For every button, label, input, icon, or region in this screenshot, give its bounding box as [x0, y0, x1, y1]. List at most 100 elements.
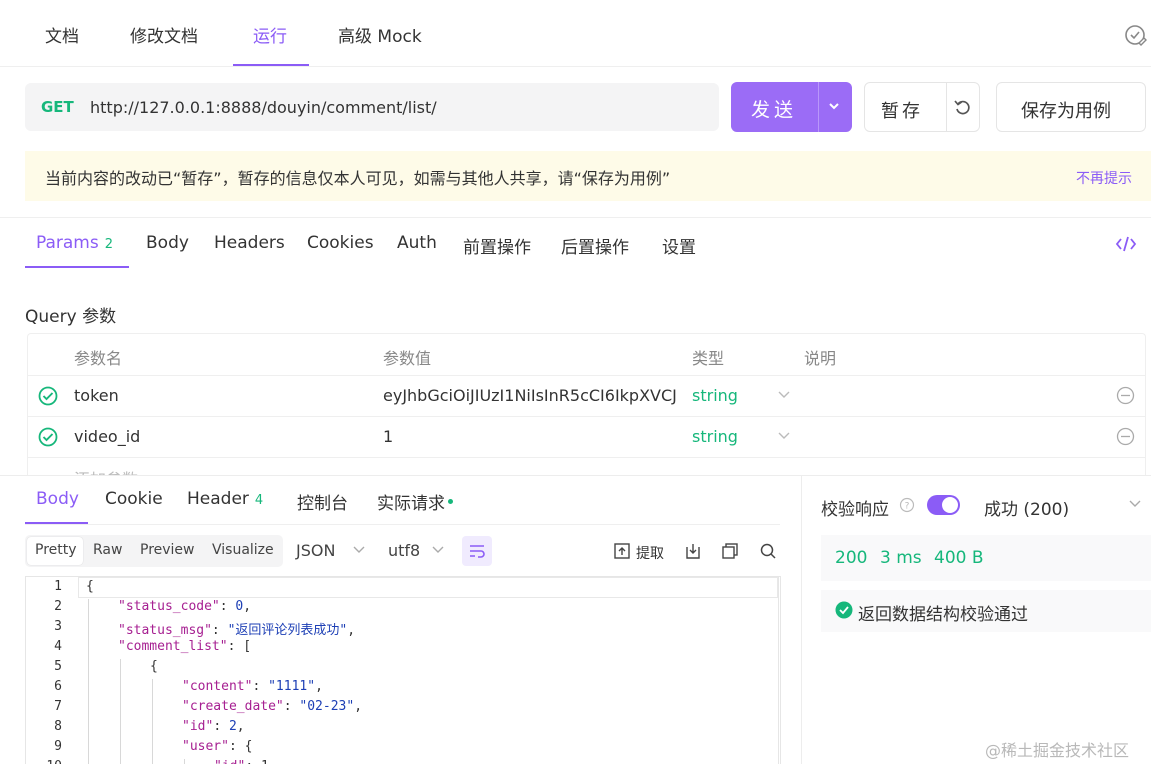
tab-edit-docs[interactable]: 修改文档	[130, 22, 198, 47]
wrap-icon	[470, 545, 485, 558]
format-select[interactable]: JSON	[296, 541, 335, 560]
remove-circle-icon[interactable]	[1116, 386, 1135, 405]
chevron-down-icon[interactable]	[1128, 497, 1142, 511]
copy-icon[interactable]	[721, 542, 739, 560]
param-name[interactable]: video_id	[74, 427, 140, 446]
view-mode-pretty[interactable]: Pretty	[35, 542, 77, 558]
param-value[interactable]: eyJhbGciOiJIUzI1NiIsInR5cCI6IkpXVCJ	[383, 386, 683, 405]
code-line: {	[86, 579, 94, 594]
extract-label[interactable]: 提取	[636, 543, 664, 563]
indent-guide	[120, 679, 121, 699]
line-number: 1	[54, 579, 62, 594]
row-divider	[28, 375, 1145, 376]
tab-advanced-mock[interactable]: 高级 Mock	[338, 22, 422, 47]
temp-save-notice: 当前内容的改动已“暂存”，暂存的信息仅本人可见，如需与其他人共享，请“保存为用例…	[25, 151, 1151, 201]
check-circle-icon[interactable]	[38, 427, 58, 447]
check-circle-icon[interactable]	[38, 386, 58, 406]
tab-pre-processors[interactable]: 前置操作	[463, 233, 531, 258]
tab-run[interactable]: 运行	[253, 22, 287, 47]
code-token: "create_date"	[182, 699, 284, 714]
reset-icon[interactable]	[953, 96, 973, 118]
resp-tab-actual-request[interactable]: 实际请求	[377, 489, 453, 514]
url-input[interactable]: http://127.0.0.1:8888/douyin/comment/lis…	[90, 98, 437, 117]
status-code-stat: 200	[835, 548, 868, 568]
size-stat: 400 B	[934, 548, 984, 568]
tab-auth[interactable]: Auth	[397, 233, 437, 253]
add-param-input[interactable]: 添加参数	[74, 466, 138, 475]
help-icon[interactable]: ?	[899, 497, 915, 513]
chevron-down-icon[interactable]	[827, 96, 841, 118]
resp-tab-actual-label: 实际请求	[377, 494, 445, 514]
indent-guide	[88, 719, 89, 739]
response-body-editor[interactable]: 1 {2 "status_code": 0, 3 "status_msg": "返回评论…	[25, 576, 781, 764]
resp-tab-cookie[interactable]: Cookie	[105, 489, 163, 509]
tab-settings[interactable]: 设置	[662, 233, 696, 258]
view-mode-preview[interactable]: Preview	[140, 542, 195, 558]
chevron-down-icon[interactable]	[431, 543, 445, 557]
tab-cookies[interactable]: Cookies	[307, 233, 374, 253]
response-divider	[0, 475, 1151, 476]
send-button[interactable]: 发送	[731, 82, 852, 132]
code-token: "返回评论列表成功"	[227, 623, 348, 638]
dismiss-notice-link[interactable]: 不再提示	[1076, 168, 1132, 188]
code-line: "comment_list": [	[118, 639, 251, 654]
line-number: 3	[54, 619, 62, 634]
view-mode-raw[interactable]: Raw	[93, 542, 122, 558]
validation-status[interactable]: 成功 (200)	[984, 495, 1069, 520]
code-token: ,	[243, 599, 252, 614]
indent-guide	[152, 739, 153, 759]
resp-tab-header[interactable]: Header 4	[187, 489, 263, 509]
tab-post-processors[interactable]: 后置操作	[561, 233, 629, 258]
encoding-select[interactable]: utf8	[388, 541, 420, 560]
code-line: {	[150, 659, 158, 674]
tab-body[interactable]: Body	[146, 233, 189, 253]
indent-guide	[120, 719, 121, 739]
param-value[interactable]: 1	[383, 427, 393, 446]
edit-check-icon[interactable]	[1124, 24, 1148, 48]
code-token: : 1,	[245, 759, 276, 764]
code-token: : {	[228, 739, 253, 754]
word-wrap-button[interactable]	[462, 536, 492, 566]
tab-params[interactable]: Params 2	[36, 233, 113, 253]
row-divider	[28, 457, 1145, 458]
code-icon[interactable]	[1115, 234, 1137, 254]
chevron-down-icon[interactable]	[777, 430, 791, 442]
resp-tab-body[interactable]: Body	[36, 489, 79, 509]
save-as-case-label: 保存为用例	[1021, 101, 1111, 122]
validate-toggle[interactable]	[927, 495, 960, 515]
indent-guide	[120, 699, 121, 719]
watermark: @稀土掘金技术社区	[985, 741, 1130, 760]
temp-save-label: 暂存	[881, 101, 923, 122]
header-param-desc: 说明	[804, 349, 837, 368]
resp-tab-header-label: Header	[187, 489, 249, 509]
view-mode-visualize[interactable]: Visualize	[212, 542, 274, 558]
line-number: 6	[54, 679, 62, 694]
code-line: "id": 2,	[182, 719, 245, 734]
chevron-down-icon[interactable]	[352, 543, 366, 557]
download-icon[interactable]	[684, 542, 702, 560]
param-name[interactable]: token	[74, 386, 119, 405]
tab-params-label: Params	[36, 233, 99, 253]
save-as-case-button[interactable]: 保存为用例	[996, 82, 1146, 132]
search-icon[interactable]	[759, 542, 777, 560]
indent-guide	[88, 619, 89, 639]
tab-headers[interactable]: Headers	[214, 233, 285, 253]
temp-save-button[interactable]: 暂存	[864, 82, 980, 132]
remove-circle-icon[interactable]	[1116, 427, 1135, 446]
tab-docs[interactable]: 文档	[45, 22, 79, 47]
indent-guide	[88, 699, 89, 719]
resp-tab-console[interactable]: 控制台	[297, 489, 348, 514]
extract-icon[interactable]	[613, 542, 631, 560]
svg-text:?: ?	[905, 502, 910, 512]
line-number: 10	[26, 759, 62, 764]
http-method[interactable]: GET	[41, 98, 74, 116]
param-type[interactable]: string	[692, 427, 738, 446]
editor-scrollbar[interactable]	[778, 577, 779, 764]
check-circle-icon	[835, 601, 853, 619]
code-token: ,	[354, 699, 363, 714]
param-type[interactable]: string	[692, 386, 738, 405]
code-token: :	[219, 599, 236, 614]
chevron-down-icon[interactable]	[777, 389, 791, 401]
url-bar[interactable]: GET http://127.0.0.1:8888/douyin/comment…	[25, 83, 719, 131]
code-token: :	[283, 699, 300, 714]
